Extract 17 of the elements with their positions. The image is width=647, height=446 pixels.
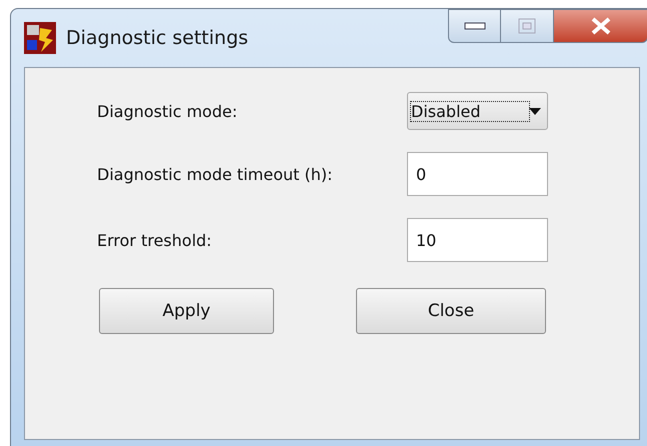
maximize-button[interactable] [501,9,554,43]
mode-dropdown[interactable]: Disabled [407,92,548,130]
input-field[interactable]: 10 [407,218,548,262]
dialog-button[interactable]: Apply [99,288,274,334]
minimize-icon [464,22,486,30]
maximize-icon [518,18,536,34]
field-label: Diagnostic mode: [97,102,238,120]
caret-icon [529,108,541,114]
input-field[interactable]: 0 [407,152,548,196]
minimize-button[interactable] [448,9,501,43]
window-title: Diagnostic settings [66,27,250,49]
app-icon [24,22,56,54]
field-label: Diagnostic mode timeout (h): [97,164,334,184]
field-label: Error treshold: [97,230,213,250]
close-button[interactable] [554,9,647,43]
close-icon [590,17,612,35]
dialog-button[interactable]: Close [356,288,546,334]
